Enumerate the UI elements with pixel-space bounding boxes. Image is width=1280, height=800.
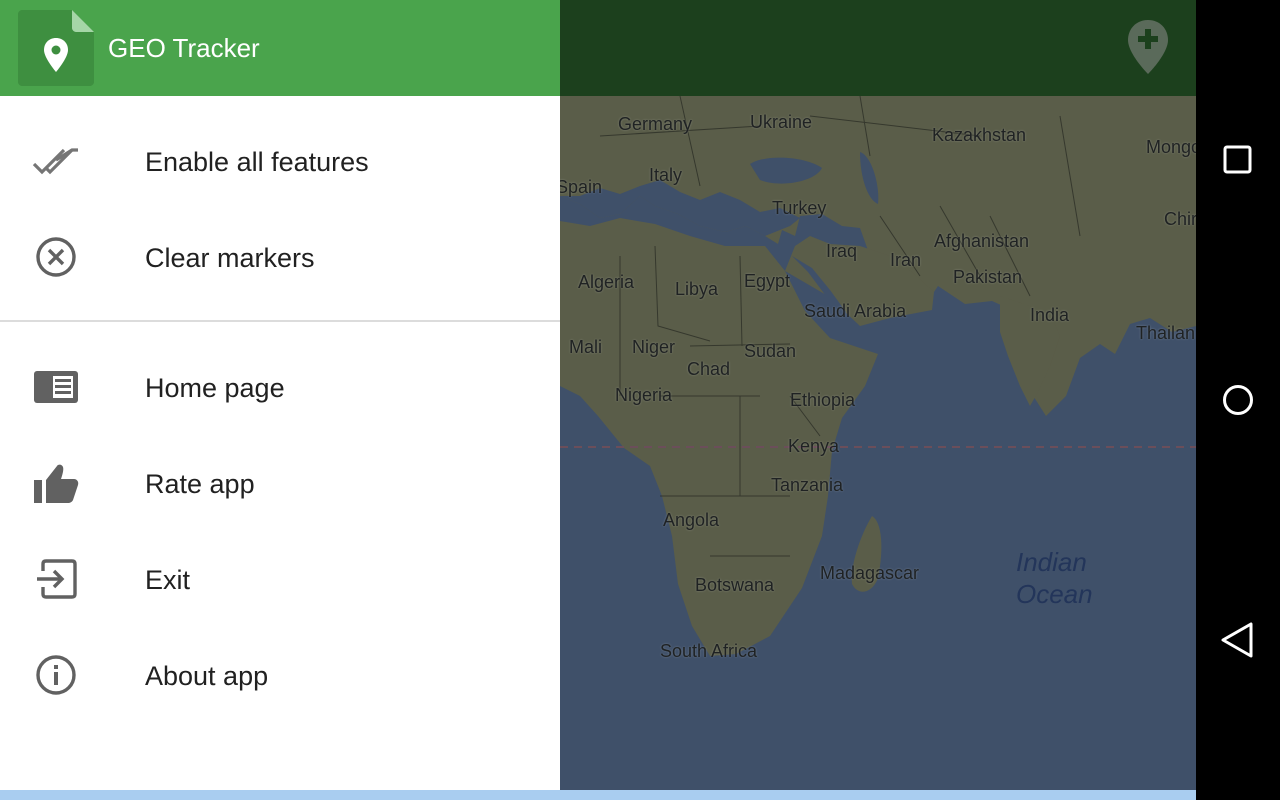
thumbs-up-icon: [32, 461, 80, 505]
map-label-tanzania: Tanzania: [771, 475, 844, 495]
app-logo-icon: [18, 10, 94, 86]
map-label-libya: Libya: [675, 279, 719, 299]
map-label-south-africa: South Africa: [660, 641, 758, 661]
map-label-kazakhstan: Kazakhstan: [932, 125, 1027, 145]
map-label-mali: Mali: [569, 337, 603, 357]
menu-label: Enable all features: [145, 147, 369, 177]
recent-apps-icon[interactable]: [1208, 130, 1268, 190]
app-root: Germany Ukraine Kazakhstan Mongo Spain I…: [0, 0, 1280, 800]
map-label-kenya: Kenya: [788, 436, 840, 456]
info-icon: [32, 653, 80, 697]
menu-item-rate-app[interactable]: Rate app: [0, 435, 560, 531]
menu-item-exit[interactable]: Exit: [0, 531, 560, 627]
map-label-angola: Angola: [663, 510, 720, 530]
map-label-saudi-arabia: Saudi Arabia: [804, 301, 907, 321]
map-label-niger: Niger: [632, 337, 676, 357]
map-label-italy: Italy: [649, 165, 683, 185]
map-label-pakistan: Pakistan: [953, 267, 1023, 287]
menu-item-about-app[interactable]: About app: [0, 627, 560, 723]
map-label-sudan: Sudan: [744, 341, 797, 361]
map-label-indian-ocean: Indian Ocean: [1016, 546, 1093, 610]
map-label-mongolia: Mongo: [1146, 137, 1196, 157]
menu-label: Exit: [145, 565, 191, 595]
map-label-iran: Iran: [890, 250, 922, 270]
map-label-nigeria: Nigeria: [615, 385, 673, 405]
map-label-chad: Chad: [687, 359, 731, 379]
map-label-thailand: Thailan: [1136, 323, 1196, 343]
map-toolbar: [560, 0, 1196, 96]
back-icon[interactable]: [1208, 610, 1268, 670]
add-marker-icon[interactable]: [1126, 18, 1170, 78]
map-bottom-strip: [0, 790, 1196, 800]
ocean-label-line-2: Ocean: [1016, 579, 1093, 609]
home-page-icon: [32, 365, 80, 409]
map-label-germany: Germany: [618, 114, 693, 134]
drawer-divider: [0, 320, 560, 322]
map-label-botswana: Botswana: [695, 575, 775, 595]
map-label-spain: Spain: [560, 177, 603, 197]
map-view[interactable]: Germany Ukraine Kazakhstan Mongo Spain I…: [560, 0, 1196, 790]
menu-label: Home page: [145, 373, 285, 403]
map-label-madagascar: Madagascar: [820, 563, 920, 583]
app-title: GEO Tracker: [108, 33, 260, 63]
menu-item-clear-markers[interactable]: Clear markers: [0, 209, 560, 305]
map-label-egypt: Egypt: [744, 271, 791, 291]
map-label-algeria: Algeria: [578, 272, 635, 292]
map-label-iraq: Iraq: [826, 241, 858, 261]
navigation-drawer: GEO Tracker Enable all features Clear ma…: [0, 0, 560, 790]
menu-item-enable-all-features[interactable]: Enable all features: [0, 113, 560, 209]
menu-item-home-page[interactable]: Home page: [0, 339, 560, 435]
ocean-label-line-1: Indian: [1016, 547, 1087, 577]
double-check-icon: [32, 139, 80, 183]
exit-icon: [32, 557, 80, 601]
menu-label: Clear markers: [145, 243, 315, 273]
map-geography: [560, 95, 1196, 790]
map-label-ukraine: Ukraine: [750, 112, 813, 132]
map-label-afghanistan: Afghanistan: [934, 231, 1030, 251]
system-navigation-bar: [1196, 0, 1280, 800]
map-label-india: India: [1030, 305, 1070, 325]
home-icon[interactable]: [1208, 370, 1268, 430]
map-label-china: Chir: [1164, 209, 1196, 229]
world-map[interactable]: Germany Ukraine Kazakhstan Mongo Spain I…: [560, 95, 1196, 790]
map-label-ethiopia: Ethiopia: [790, 390, 856, 410]
drawer-header: GEO Tracker: [0, 0, 560, 96]
clear-circle-icon: [32, 235, 80, 279]
menu-label: Rate app: [145, 469, 255, 499]
map-label-turkey: Turkey: [772, 198, 827, 218]
menu-label: About app: [145, 661, 269, 691]
